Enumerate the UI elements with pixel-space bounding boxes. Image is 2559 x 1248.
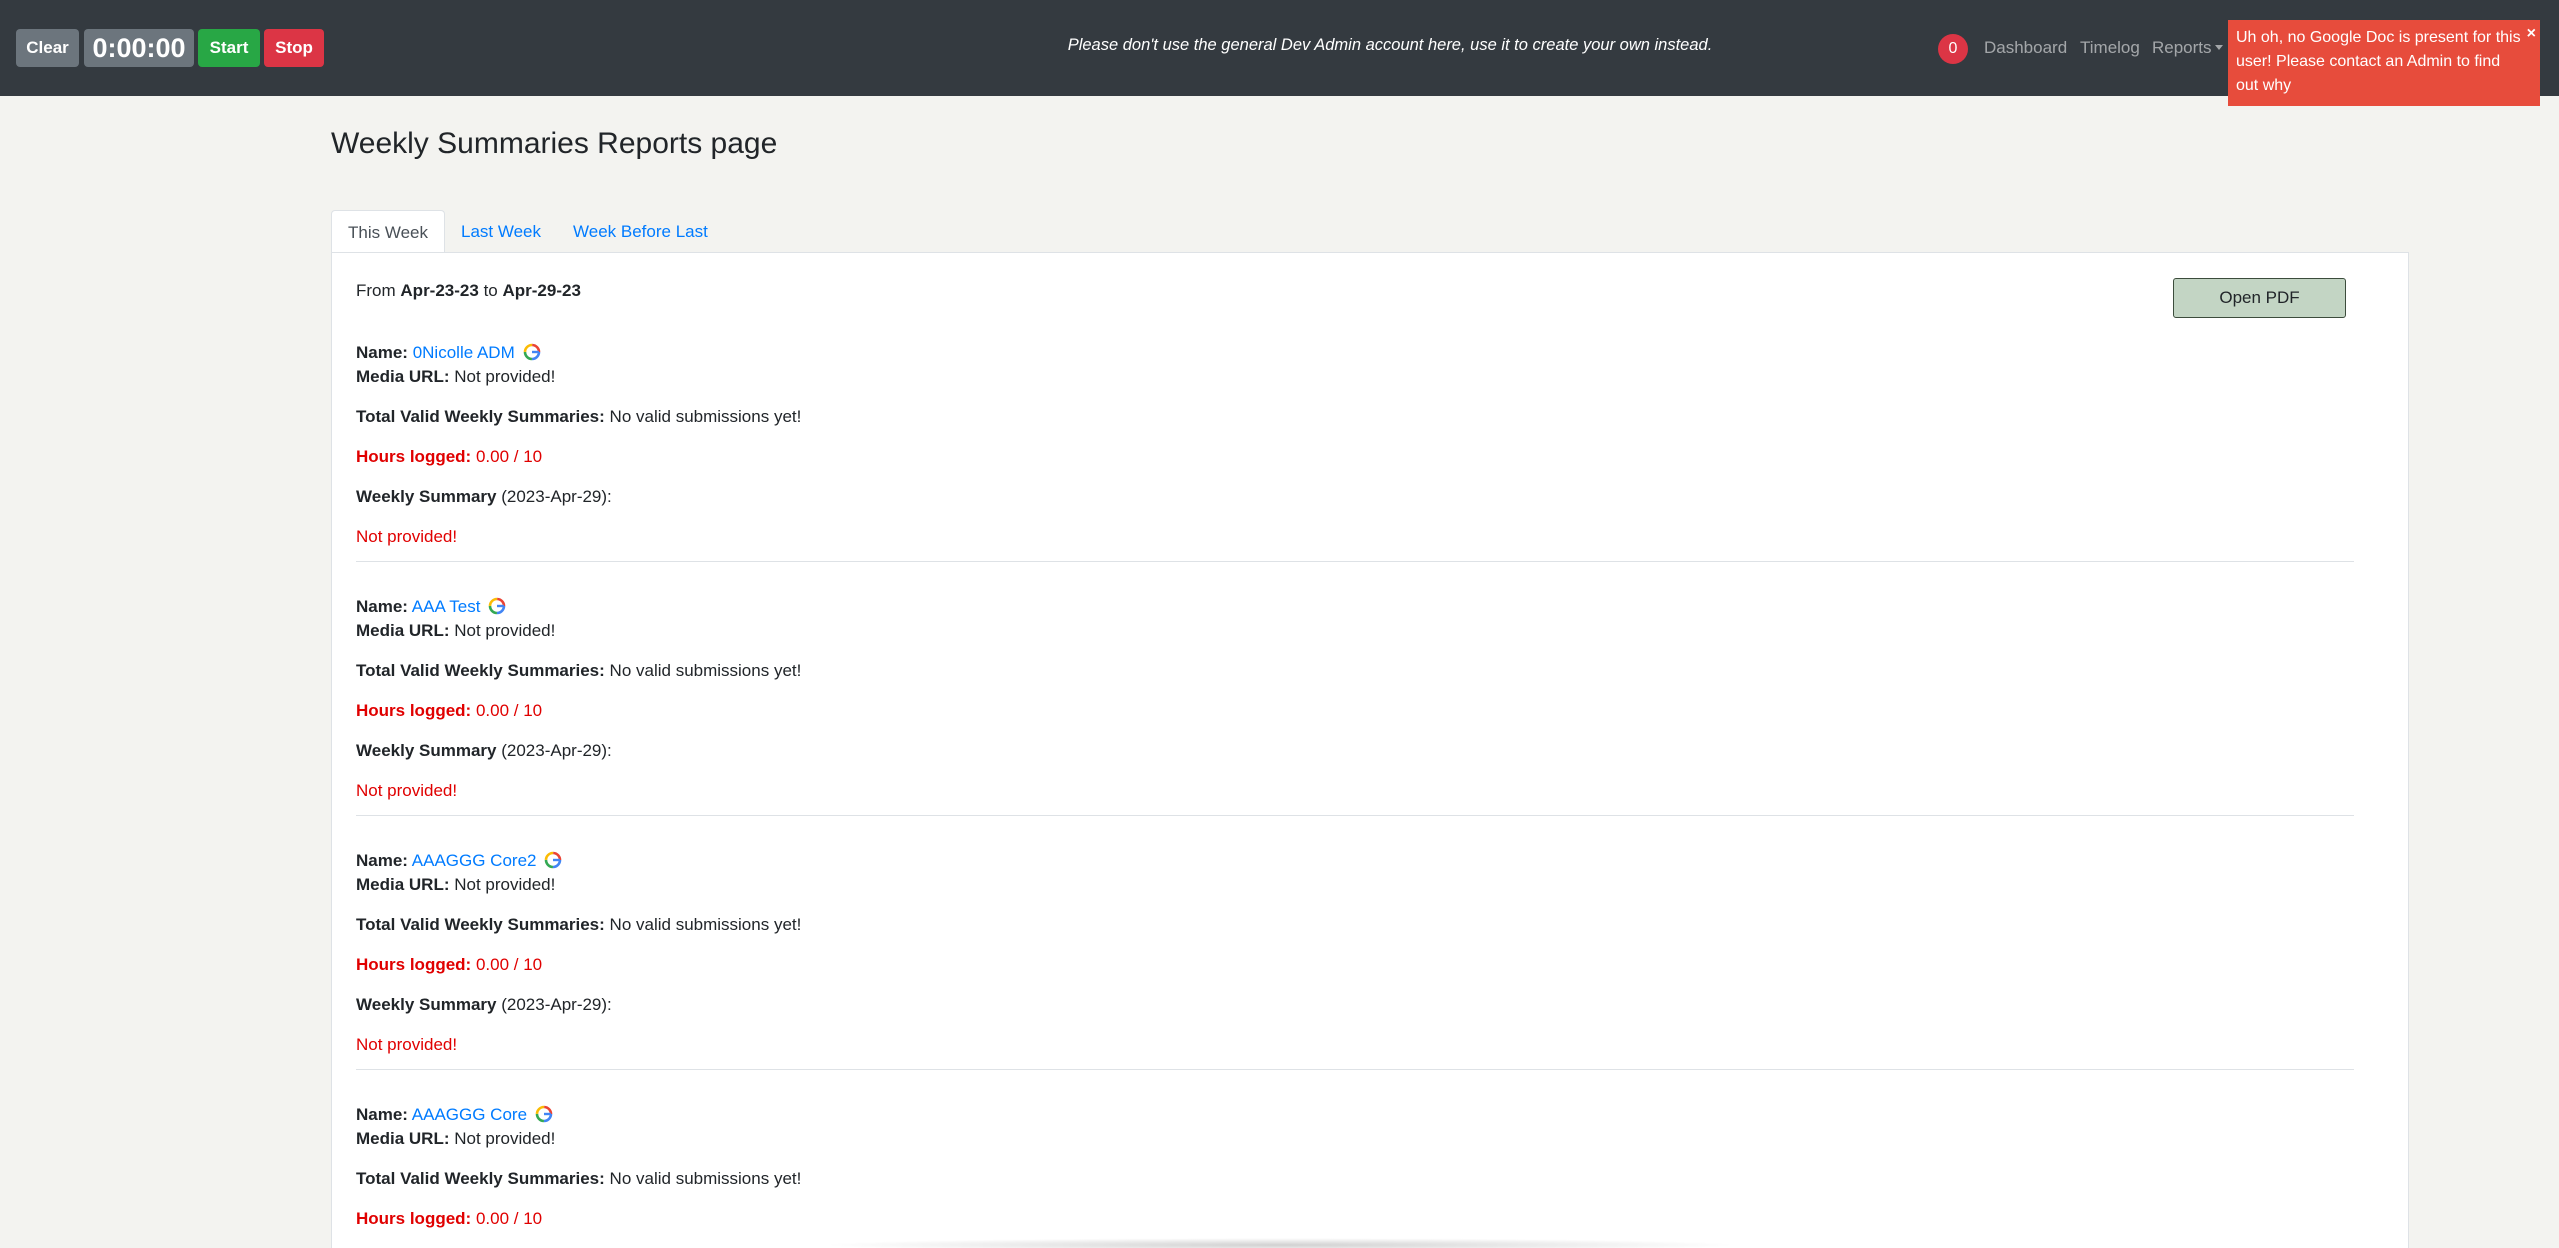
weekly-summary-text: Not provided!	[356, 1035, 458, 1054]
name-label: Name:	[356, 851, 408, 870]
total-valid-row: Total Valid Weekly Summaries: No valid s…	[356, 661, 801, 681]
total-valid-label: Total Valid Weekly Summaries:	[356, 1169, 605, 1188]
stop-timer-button[interactable]: Stop	[264, 29, 324, 67]
google-doc-icon[interactable]	[488, 597, 506, 615]
summaries-panel: From Apr-23-23 to Apr-29-23 Open PDF Nam…	[331, 252, 2409, 1248]
hours-logged-label: Hours logged:	[356, 1209, 472, 1228]
entry-divider	[356, 815, 2354, 816]
week-tabs: This Week Last Week Week Before Last	[331, 210, 724, 253]
close-icon[interactable]: ×	[2527, 22, 2536, 46]
hours-logged-value: 0.00 / 10	[475, 701, 543, 720]
error-toast: Uh oh, no Google Doc is present for this…	[2228, 20, 2540, 106]
total-valid-value: No valid submissions yet!	[609, 407, 802, 426]
open-pdf-button[interactable]: Open PDF	[2173, 278, 2346, 318]
clear-timer-button[interactable]: Clear	[16, 29, 79, 67]
media-url-label: Media URL:	[356, 367, 450, 386]
hours-logged-row: Hours logged: 0.00 / 10	[356, 955, 542, 975]
hours-logged-label: Hours logged:	[356, 447, 472, 466]
google-doc-icon[interactable]	[544, 851, 562, 869]
weekly-summary-row: Weekly Summary (2023-Apr-29):	[356, 995, 612, 1015]
total-valid-label: Total Valid Weekly Summaries:	[356, 915, 605, 934]
range-to-date: Apr-29-23	[502, 281, 581, 300]
total-valid-label: Total Valid Weekly Summaries:	[356, 407, 605, 426]
page-title: Weekly Summaries Reports page	[331, 127, 778, 160]
weekly-summary-date: (2023-Apr-29):	[501, 995, 612, 1014]
weekly-summary-label: Weekly Summary	[356, 995, 497, 1014]
weekly-summary-text: Not provided!	[356, 781, 458, 800]
media-url-row: Media URL: Not provided!	[356, 621, 555, 641]
media-url-row: Media URL: Not provided!	[356, 367, 555, 387]
tab-last-week[interactable]: Last Week	[445, 210, 557, 253]
range-to-label: to	[483, 281, 498, 300]
weekly-summary-date: (2023-Apr-29):	[501, 487, 612, 506]
hours-logged-label: Hours logged:	[356, 701, 472, 720]
google-doc-icon[interactable]	[523, 343, 541, 361]
total-valid-value: No valid submissions yet!	[609, 915, 802, 934]
top-navbar: Clear 0:00:00 Start Stop Please don't us…	[0, 0, 2559, 106]
start-timer-button[interactable]: Start	[198, 29, 260, 67]
user-name-link[interactable]: AAA Test	[412, 597, 481, 616]
dev-admin-warning-banner: Please don't use the general Dev Admin a…	[1067, 36, 1713, 54]
name-label: Name:	[356, 343, 408, 362]
hours-logged-row: Hours logged: 0.00 / 10	[356, 701, 542, 721]
hours-logged-value: 0.00 / 10	[475, 955, 543, 974]
name-label: Name:	[356, 597, 408, 616]
weekly-summary-row: Weekly Summary (2023-Apr-29):	[356, 487, 612, 507]
total-valid-value: No valid submissions yet!	[609, 661, 802, 680]
media-url-row: Media URL: Not provided!	[356, 1129, 555, 1149]
weekly-summary-label: Weekly Summary	[356, 487, 497, 506]
name-row: Name: AAA Test	[356, 597, 506, 617]
name-label: Name:	[356, 1105, 408, 1124]
media-url-value: Not provided!	[454, 875, 556, 894]
weekly-summary-text: Not provided!	[356, 527, 458, 546]
nav-timelog-link[interactable]: Timelog	[2080, 38, 2140, 58]
total-valid-label: Total Valid Weekly Summaries:	[356, 661, 605, 680]
total-valid-row: Total Valid Weekly Summaries: No valid s…	[356, 1169, 801, 1189]
weekly-summary-label: Weekly Summary	[356, 741, 497, 760]
nav-dashboard-link[interactable]: Dashboard	[1984, 38, 2067, 58]
range-from-label: From	[356, 281, 396, 300]
name-row: Name: 0Nicolle ADM	[356, 343, 541, 363]
entry-divider	[356, 1069, 2354, 1070]
caret-down-icon	[2214, 45, 2223, 50]
media-url-value: Not provided!	[454, 621, 556, 640]
media-url-value: Not provided!	[454, 367, 556, 386]
hours-logged-value: 0.00 / 10	[475, 1209, 543, 1228]
hours-logged-row: Hours logged: 0.00 / 10	[356, 447, 542, 467]
nav-reports-label: Reports	[2152, 38, 2212, 57]
total-valid-row: Total Valid Weekly Summaries: No valid s…	[356, 915, 801, 935]
tab-this-week[interactable]: This Week	[331, 210, 445, 253]
user-name-link[interactable]: AAAGGG Core2	[412, 851, 537, 870]
hours-logged-row: Hours logged: 0.00 / 10	[356, 1209, 542, 1229]
notification-badge[interactable]: 0	[1938, 34, 1968, 64]
media-url-label: Media URL:	[356, 875, 450, 894]
google-doc-icon[interactable]	[535, 1105, 553, 1123]
nav-reports-dropdown[interactable]: Reports	[2152, 38, 2223, 58]
name-row: Name: AAAGGG Core	[356, 1105, 553, 1125]
timer-display: 0:00:00	[84, 29, 194, 67]
entry-divider	[356, 561, 2354, 562]
name-row: Name: AAAGGG Core2	[356, 851, 562, 871]
date-range: From Apr-23-23 to Apr-29-23	[356, 281, 581, 301]
hours-logged-value: 0.00 / 10	[475, 447, 543, 466]
range-from-date: Apr-23-23	[400, 281, 479, 300]
weekly-summary-row: Weekly Summary (2023-Apr-29):	[356, 741, 612, 761]
media-url-label: Media URL:	[356, 621, 450, 640]
media-url-row: Media URL: Not provided!	[356, 875, 555, 895]
user-name-link[interactable]: AAAGGG Core	[412, 1105, 527, 1124]
total-valid-value: No valid submissions yet!	[609, 1169, 802, 1188]
user-name-link[interactable]: 0Nicolle ADM	[413, 343, 515, 362]
total-valid-row: Total Valid Weekly Summaries: No valid s…	[356, 407, 801, 427]
bottom-overlay-shadow	[820, 1238, 1740, 1248]
media-url-value: Not provided!	[454, 1129, 556, 1148]
tab-week-before-last[interactable]: Week Before Last	[557, 210, 724, 253]
weekly-summary-date: (2023-Apr-29):	[501, 741, 612, 760]
media-url-label: Media URL:	[356, 1129, 450, 1148]
hours-logged-label: Hours logged:	[356, 955, 472, 974]
toast-message: Uh oh, no Google Doc is present for this…	[2236, 29, 2521, 94]
